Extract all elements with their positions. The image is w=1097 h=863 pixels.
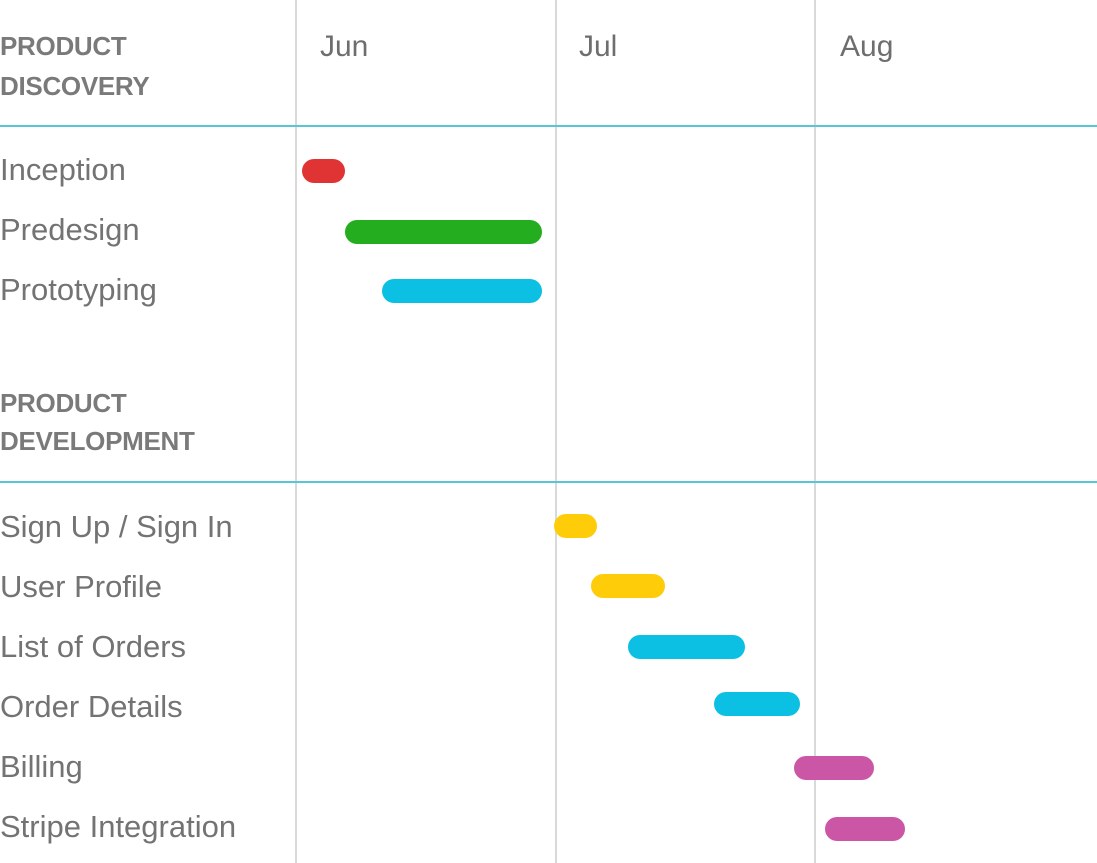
task-bar-inception	[302, 159, 346, 183]
task-label: Inception	[0, 152, 126, 187]
group-title-product-discovery: PRODUCT DISCOVERY	[0, 27, 150, 105]
gridline-jun	[295, 0, 297, 863]
group-divider	[0, 125, 1097, 127]
task-bar-predesign	[345, 220, 542, 244]
task-label: Order Details	[0, 689, 183, 724]
group-title-line: PRODUCT	[0, 31, 127, 61]
task-label: Stripe Integration	[0, 809, 237, 844]
group-divider	[0, 481, 1097, 483]
gridline-jul	[555, 0, 557, 863]
task-bar-order-details	[714, 692, 801, 716]
task-bar-prototyping	[382, 279, 542, 303]
month-label-jul: Jul	[579, 30, 618, 63]
month-label-jun: Jun	[320, 30, 369, 63]
task-bar-sign-up-sign-in	[554, 514, 598, 538]
group-title-line: DISCOVERY	[0, 71, 150, 101]
task-bar-stripe-integration	[824, 817, 905, 841]
group-title-product-development: PRODUCT DEVELOPMENT	[0, 384, 195, 460]
gantt-chart: Jun Jul Aug PRODUCT DISCOVERY PRODUCT DE…	[0, 0, 1097, 863]
task-bar-user-profile	[591, 574, 665, 598]
task-label: Billing	[0, 749, 83, 784]
group-title-line: PRODUCT	[0, 388, 127, 418]
task-label: Sign Up / Sign In	[0, 509, 233, 544]
task-label: User Profile	[0, 569, 162, 604]
month-label-aug: Aug	[840, 30, 894, 63]
task-bar-billing	[794, 756, 875, 780]
task-bar-list-of-orders	[628, 635, 745, 659]
task-label: Prototyping	[0, 272, 157, 307]
group-title-line: DEVELOPMENT	[0, 426, 195, 456]
gridline-aug	[814, 0, 816, 863]
task-label: List of Orders	[0, 629, 187, 664]
task-label: Predesign	[0, 212, 140, 247]
